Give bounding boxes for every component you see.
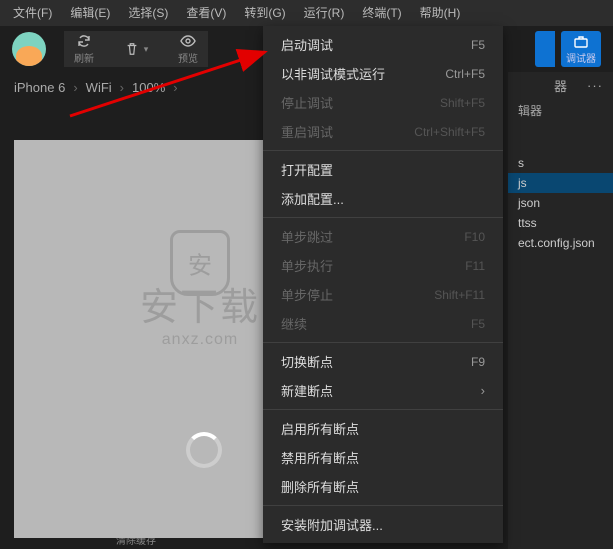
more-icon[interactable]: ···	[587, 78, 603, 93]
chevron-right-icon: ›	[120, 80, 124, 95]
file-list: sjsjsonttssect.config.json	[508, 123, 613, 253]
file-item[interactable]: s	[508, 153, 613, 173]
menu-item-label: 以非调试模式运行	[281, 64, 385, 83]
menu-item-label: 单步跳过	[281, 227, 333, 246]
menu-item: 单步执行 F11	[263, 251, 503, 280]
menu-item-label: 切换断点	[281, 352, 333, 371]
menu-item[interactable]: 新建断点 ›	[263, 376, 503, 405]
run-menu-dropdown: 启动调试 F5 以非调试模式运行 Ctrl+F5 停止调试 Shift+F5 重启调试 Ctr…	[263, 26, 503, 543]
menubar-item[interactable]: 终端(T)	[353, 0, 410, 26]
menu-separator	[263, 150, 503, 151]
file-item[interactable]: ttss	[508, 213, 613, 233]
menu-item[interactable]: 启动调试 F5	[263, 30, 503, 59]
trash-icon	[124, 41, 140, 57]
refresh-icon	[76, 33, 92, 49]
menubar-item[interactable]: 运行(R)	[295, 0, 354, 26]
unknown-blue-button[interactable]	[535, 31, 555, 67]
menu-item[interactable]: 启用所有断点	[263, 414, 503, 443]
clear-cache-button[interactable]: ▾ 清除缓存	[104, 31, 168, 67]
file-item[interactable]: js	[508, 173, 613, 193]
menu-item: 单步跳过 F10	[263, 222, 503, 251]
file-item[interactable]: json	[508, 193, 613, 213]
menu-item-label: 添加配置...	[281, 189, 344, 208]
menu-item[interactable]: 禁用所有断点	[263, 443, 503, 472]
refresh-button[interactable]: 刷新	[64, 31, 104, 67]
briefcase-icon	[573, 34, 589, 50]
menu-shortcut: F11	[465, 259, 485, 273]
menubar-item[interactable]: 编辑(E)	[61, 0, 119, 26]
menubar: 文件(F)编辑(E)选择(S)查看(V)转到(G)运行(R)终端(T)帮助(H)	[0, 0, 613, 26]
file-item[interactable]: ect.config.json	[508, 233, 613, 253]
breadcrumb-item[interactable]: WiFi	[86, 80, 112, 95]
right-panel: 器 ··· 辑器 sjsjsonttssect.config.json	[508, 72, 613, 549]
menu-shortcut: Ctrl+F5	[445, 67, 485, 81]
chevron-down-icon: ▾	[144, 44, 149, 55]
menu-item-label: 禁用所有断点	[281, 448, 359, 467]
menu-shortcut: F10	[464, 230, 485, 244]
menu-item-label: 新建断点	[281, 381, 333, 400]
menu-item[interactable]: 安装附加调试器...	[263, 510, 503, 539]
debugger-button[interactable]: 调试器	[561, 31, 601, 67]
panel-tab-1[interactable]: 器	[554, 76, 567, 95]
debugger-label: 调试器	[566, 50, 596, 65]
menu-shortcut: Shift+F11	[434, 288, 485, 302]
tool-group: 刷新 ▾ 清除缓存 预览	[64, 31, 208, 67]
menu-item[interactable]: 打开配置	[263, 155, 503, 184]
menubar-item[interactable]: 选择(S)	[119, 0, 177, 26]
menu-item: 重启调试 Ctrl+Shift+F5	[263, 117, 503, 146]
menu-shortcut: F5	[471, 38, 485, 52]
right-panel-header: 器 ···	[508, 72, 613, 98]
menu-item[interactable]: 删除所有断点	[263, 472, 503, 501]
menu-separator	[263, 217, 503, 218]
menu-separator	[263, 409, 503, 410]
menu-shortcut: Ctrl+Shift+F5	[414, 125, 485, 139]
menu-item-label: 删除所有断点	[281, 477, 359, 496]
menu-separator	[263, 342, 503, 343]
menu-item-label: 单步执行	[281, 256, 333, 275]
menu-item: 停止调试 Shift+F5	[263, 88, 503, 117]
menu-item-label: 继续	[281, 314, 307, 333]
preview-button[interactable]: 预览	[168, 31, 208, 67]
menu-item-label: 安装附加调试器...	[281, 515, 383, 534]
refresh-label: 刷新	[74, 50, 94, 65]
menu-item-label: 停止调试	[281, 93, 333, 112]
breadcrumb-item[interactable]: 100%	[132, 80, 165, 95]
menu-item-label: 启动调试	[281, 35, 333, 54]
eye-icon	[180, 33, 196, 49]
preview-label: 预览	[178, 50, 198, 65]
chevron-right-icon: ›	[481, 383, 485, 398]
loading-spinner-icon	[186, 432, 222, 468]
breadcrumb-item[interactable]: iPhone 6	[14, 80, 65, 95]
menu-item-label: 打开配置	[281, 160, 333, 179]
chevron-right-icon: ›	[73, 80, 77, 95]
app-logo	[12, 32, 46, 66]
menu-item: 继续 F5	[263, 309, 503, 338]
menu-shortcut: F5	[471, 317, 485, 331]
menu-item[interactable]: 添加配置...	[263, 184, 503, 213]
menu-shortcut: Shift+F5	[440, 96, 485, 110]
right-tools: 调试器	[535, 31, 601, 67]
menu-item[interactable]: 切换断点 F9	[263, 347, 503, 376]
menubar-item[interactable]: 文件(F)	[4, 0, 61, 26]
menu-item-label: 重启调试	[281, 122, 333, 141]
menu-separator	[263, 505, 503, 506]
chevron-right-icon: ›	[173, 80, 177, 95]
menubar-item[interactable]: 查看(V)	[177, 0, 235, 26]
menu-item-label: 单步停止	[281, 285, 333, 304]
menu-item-label: 启用所有断点	[281, 419, 359, 438]
panel-tab-2[interactable]: 辑器	[508, 98, 613, 123]
menubar-item[interactable]: 帮助(H)	[411, 0, 470, 26]
menu-item: 单步停止 Shift+F11	[263, 280, 503, 309]
menu-item[interactable]: 以非调试模式运行 Ctrl+F5	[263, 59, 503, 88]
menu-shortcut: F9	[471, 355, 485, 369]
menubar-item[interactable]: 转到(G)	[235, 0, 294, 26]
